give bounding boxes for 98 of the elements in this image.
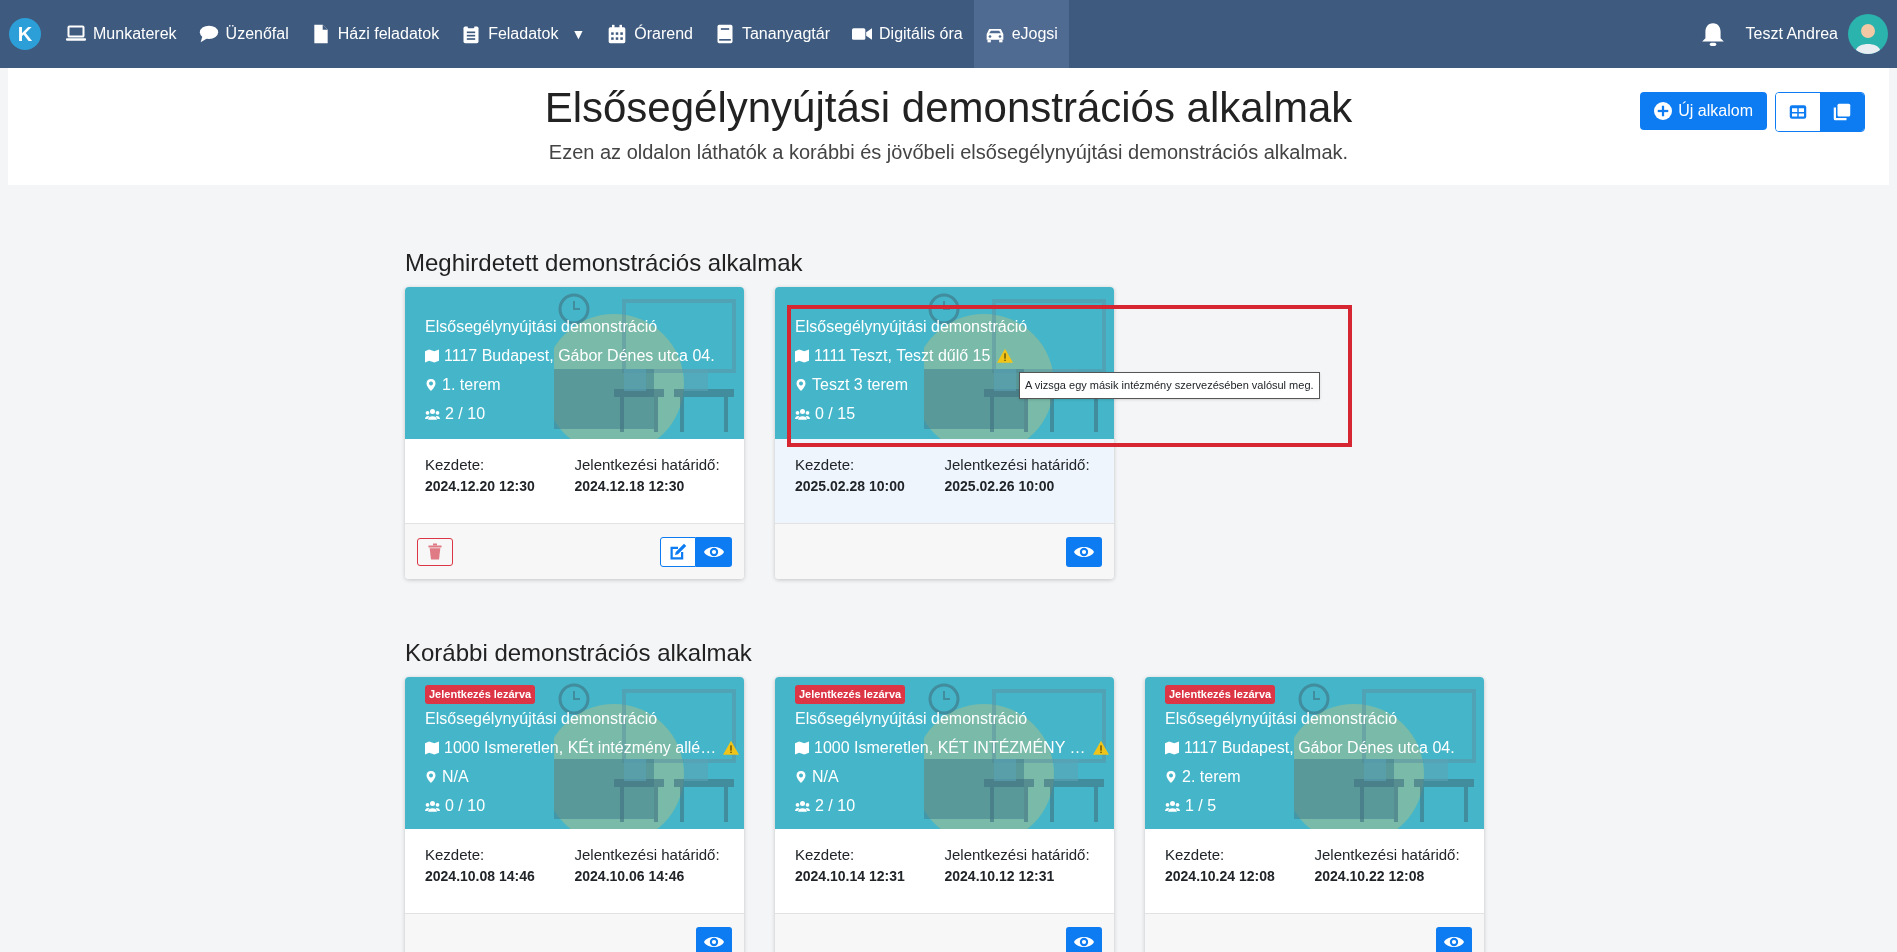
room-text: 1. terem: [442, 375, 501, 395]
map-icon: [425, 740, 439, 755]
start-label: Kezdete:: [795, 455, 856, 475]
clipboard-icon: [461, 24, 482, 44]
card-view-button[interactable]: [1820, 93, 1864, 131]
view-button[interactable]: [696, 926, 732, 952]
start-date: 2024.10.14 12:31: [795, 867, 906, 886]
room-text: 2. terem: [1182, 766, 1241, 787]
session-title: Elsősegélynyújtási demonstráció: [795, 708, 1029, 729]
map-icon: [795, 740, 809, 755]
users-icon: [795, 408, 810, 420]
session-title: Elsősegélynyújtási demonstráció: [425, 317, 659, 337]
nav-link[interactable]: Tananyagtár: [703, 0, 842, 68]
view-button[interactable]: [1066, 536, 1102, 567]
address-text: 1000 Ismeretlen, KÉT INTÉZMÉNY …: [814, 737, 1086, 758]
page-title: Elsősegélynyújtási demonstrációs alkalmak: [544, 83, 1353, 133]
edit-button[interactable]: [660, 536, 696, 567]
status-badge: Jelentkezés lezárva: [425, 685, 536, 704]
page-subtitle: Ezen az oldalon láthatók a korábbi és jövőbeli elsősegélynyújtási demonstrációs alkalmak.: [548, 139, 1349, 165]
users-icon: [425, 799, 440, 812]
deadline-label: Jelentkezési határidő:: [574, 845, 721, 865]
participant-count: 2 / 10: [815, 795, 856, 816]
section-heading: Meghirdetett demonstrációs alkalmak: [405, 248, 804, 278]
session-title: Elsősegélynyújtási demonstráció: [795, 317, 1029, 337]
user-name[interactable]: Teszt Andrea: [1745, 22, 1838, 46]
start-date: 2024.12.20 12:30: [425, 477, 536, 496]
users-icon: [425, 408, 440, 420]
status-badge: Jelentkezés lezárva: [795, 685, 906, 704]
view-button[interactable]: [1066, 926, 1102, 952]
session-title: Elsősegélynyújtási demonstráció: [425, 708, 659, 729]
nav-link[interactable]: eJogsi: [973, 0, 1069, 68]
deadline-date: 2024.12.18 12:30: [574, 477, 686, 496]
participant-count: 0 / 15: [815, 404, 856, 424]
pencil-square-icon: [669, 542, 687, 561]
bell-icon: [1699, 21, 1726, 47]
nav-link[interactable]: Digitális óra: [841, 0, 974, 68]
deadline-label: Jelentkezési határidő:: [944, 455, 1091, 475]
calendar-icon: [607, 24, 628, 44]
deadline-date: 2024.10.12 12:31: [944, 867, 1056, 886]
address-text: 1000 Ismeretlen, KÉt intézmény allé…: [444, 737, 717, 758]
nav-link[interactable]: Munkaterek: [55, 0, 188, 68]
start-date: 2024.10.08 14:46: [425, 867, 536, 886]
section-heading: Korábbi demonstrációs alkalmak: [405, 638, 753, 668]
eye-icon: [1074, 544, 1094, 559]
avatar-icon: [1848, 14, 1888, 54]
deadline-date: 2025.02.26 10:00: [944, 477, 1056, 496]
address-text: 1111 Teszt, Teszt dűlő 15: [814, 346, 991, 366]
start-date: 2025.02.28 10:00: [795, 477, 906, 496]
speech-bubble-icon: [198, 24, 219, 44]
room-text: Teszt 3 terem: [812, 375, 909, 395]
eye-icon: [1074, 934, 1094, 949]
participant-count: 1 / 5: [1185, 795, 1217, 816]
eye-icon: [704, 934, 724, 949]
view-button[interactable]: [696, 536, 732, 567]
start-date: 2024.10.24 12:08: [1165, 867, 1276, 886]
session-title: Elsősegélynyújtási demonstráció: [1165, 708, 1399, 729]
deadline-date: 2024.10.06 14:46: [574, 867, 686, 886]
nav-link[interactable]: Üzenőfal: [187, 0, 300, 68]
start-label: Kezdete:: [1165, 845, 1226, 865]
deadline-date: 2024.10.22 12:08: [1314, 867, 1426, 886]
users-icon: [1165, 799, 1180, 812]
status-badge: Jelentkezés lezárva: [1165, 685, 1276, 704]
plus-circle-icon: [1654, 102, 1673, 120]
users-icon: [795, 799, 810, 812]
deadline-label: Jelentkezési határidő:: [1314, 845, 1461, 865]
participant-count: 0 / 10: [445, 795, 486, 816]
nav-link[interactable]: Házi feladatok: [299, 0, 451, 68]
eye-icon: [704, 544, 724, 559]
book-icon: [714, 24, 735, 44]
start-label: Kezdete:: [795, 845, 856, 865]
deadline-label: Jelentkezési határidő:: [944, 845, 1091, 865]
table-icon: [1789, 103, 1807, 121]
location-pin-icon: [795, 378, 807, 392]
stacked-squares-icon: [1833, 103, 1851, 121]
participant-count: 2 / 10: [445, 404, 486, 424]
location-pin-icon: [795, 769, 807, 784]
start-label: Kezdete:: [425, 455, 486, 475]
new-session-button[interactable]: Új alkalom: [1640, 92, 1767, 130]
tooltip: A vizsga egy másik intézmény szervezésében valósul meg.: [1019, 372, 1320, 399]
deadline-label: Jelentkezési határidő:: [574, 455, 721, 475]
trash-icon: [427, 543, 443, 560]
address-text: 1117 Budapest, Gábor Dénes utca 04.: [1184, 737, 1455, 758]
delete-button[interactable]: [417, 537, 453, 566]
eye-icon: [1444, 934, 1464, 949]
map-icon: [425, 349, 439, 363]
location-pin-icon: [1165, 769, 1177, 784]
map-icon: [795, 349, 809, 363]
nav-link[interactable]: Feladatok ▼: [450, 0, 597, 68]
room-text: N/A: [812, 766, 839, 787]
map-icon: [1165, 740, 1179, 755]
location-pin-icon: [425, 769, 437, 784]
laptop-icon: [66, 24, 86, 44]
address-text: 1117 Budapest, Gábor Dénes utca 04.: [444, 346, 715, 366]
nav-link[interactable]: Órarend: [596, 0, 704, 68]
location-pin-icon: [425, 378, 437, 392]
room-text: N/A: [442, 766, 469, 787]
start-label: Kezdete:: [425, 845, 486, 865]
view-button[interactable]: [1436, 926, 1472, 952]
